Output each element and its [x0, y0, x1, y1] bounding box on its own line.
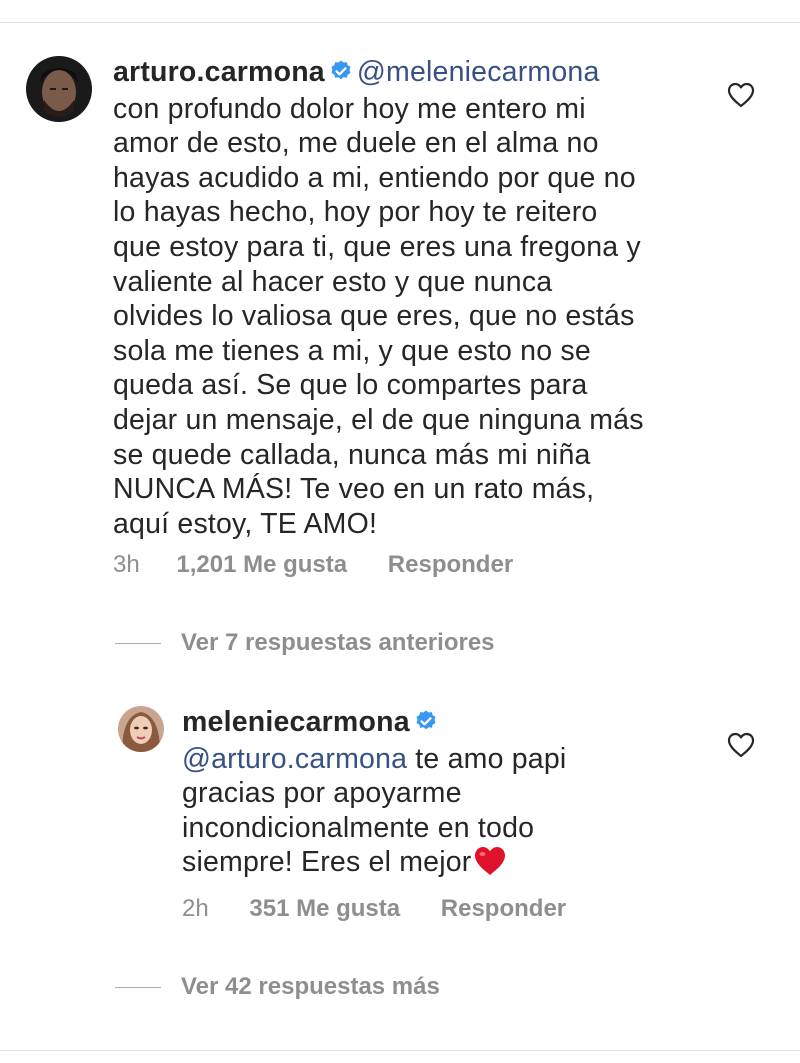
replies-divider-dash [115, 643, 161, 645]
comment-line: NUNCA MÁS! Te veo en un rato más, [113, 473, 595, 506]
comment-reply-username[interactable]: meleniecarmona [182, 706, 410, 738]
comment-reply-text: meleniecarmona @arturo.carmona te amo pa… [182, 705, 722, 886]
verified-badge-icon [414, 707, 438, 742]
comment-line: dejar un mensaje, el de que ninguna más [113, 403, 644, 436]
red-heart-emoji [473, 845, 507, 886]
view-previous-replies-button[interactable]: Ver 7 respuestas anteriores [115, 629, 495, 657]
top-divider [0, 22, 800, 23]
comment-line: siempre! Eres el mejor [182, 846, 472, 879]
comment-line: gracias por apoyarme [182, 777, 462, 810]
comment-main-mention[interactable]: @meleniecarmona [357, 56, 600, 88]
comment-line: lo hayas hecho, hoy por hoy te reitero [113, 196, 598, 229]
avatar-melenie[interactable] [118, 706, 164, 752]
bottom-divider [0, 1050, 800, 1051]
comment-line: amor de esto, me duele en el alma no [113, 127, 599, 160]
comment-reply-likes[interactable]: 351 Me gusta [249, 895, 400, 923]
comment-line: con profundo dolor hoy me entero mi [113, 92, 586, 125]
replies-divider-dash [115, 987, 161, 989]
comment-main-reply-button[interactable]: Responder [388, 551, 513, 579]
comment-main-time: 3h [113, 551, 140, 578]
avatar-arturo-image [26, 56, 92, 122]
comment-line: te amo papi [407, 742, 567, 775]
like-heart-icon[interactable] [727, 732, 755, 758]
comment-line: queda así. Se que lo compartes para [113, 369, 588, 402]
view-more-replies-button[interactable]: Ver 42 respuestas más [115, 973, 440, 1001]
comment-line: hayas acudido a mi, entiendo por que no [113, 161, 636, 194]
comment-line: aquí estoy, TE AMO! [113, 507, 378, 540]
comment-line: sola me tienes a mi, y que esto no se [113, 334, 591, 367]
view-more-replies-label: Ver 42 respuestas más [181, 973, 440, 1000]
comment-main-username[interactable]: arturo.carmona [113, 56, 325, 88]
avatar-arturo[interactable] [26, 56, 92, 122]
view-previous-replies-label: Ver 7 respuestas anteriores [181, 629, 495, 656]
comment-reply-time: 2h [182, 895, 209, 922]
comment-line: valiente al hacer esto y que nunca [113, 265, 553, 298]
comment-reply-reply-button[interactable]: Responder [441, 895, 566, 923]
comment-line: incondicionalmente en todo [182, 811, 535, 844]
comment-line: olvides lo valiosa que eres, que no está… [113, 300, 635, 333]
verified-badge-icon [329, 57, 353, 92]
comment-main-likes[interactable]: 1,201 Me gusta [176, 551, 347, 579]
comment-reply-mention[interactable]: @arturo.carmona [182, 743, 407, 775]
comment-main-text: arturo.carmona @meleniecarmona con profun… [113, 55, 733, 541]
comment-line: que estoy para ti, que eres una fregona … [113, 230, 641, 263]
comment-line: se quede callada, nunca más mi niña [113, 438, 591, 471]
comment-main-meta: 3h 1,201 Me gusta Responder [113, 551, 513, 579]
comment-reply-meta: 2h 351 Me gusta Responder [182, 895, 566, 923]
like-heart-icon[interactable] [727, 82, 755, 108]
avatar-melenie-image [118, 706, 164, 752]
